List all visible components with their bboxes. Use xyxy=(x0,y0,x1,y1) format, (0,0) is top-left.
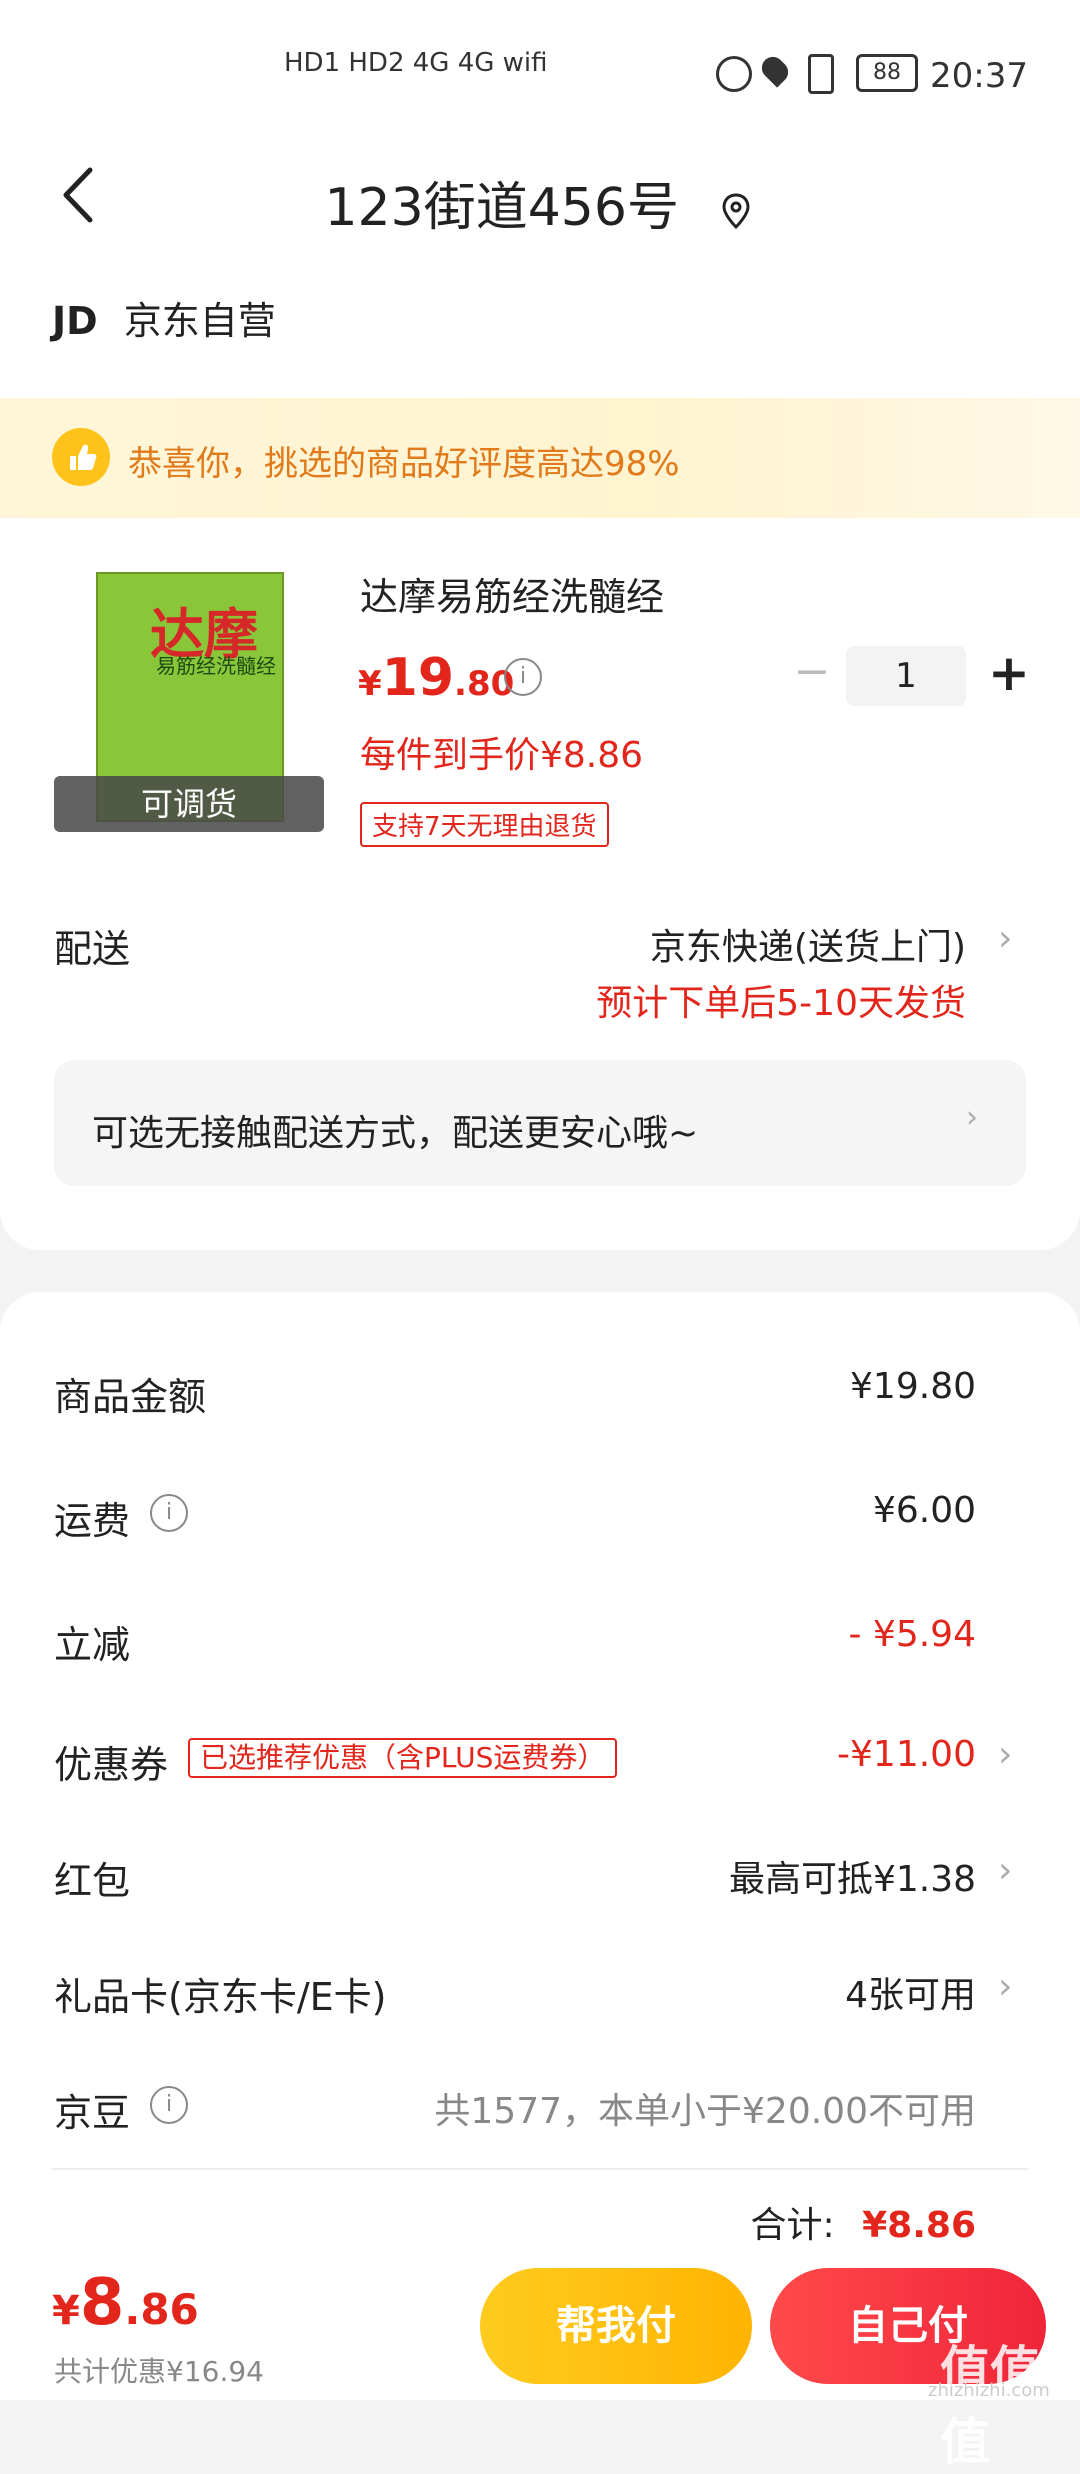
book-cover-subtitle: 易筋经洗髓经 xyxy=(156,654,276,678)
coupon-chevron-icon[interactable]: › xyxy=(998,1734,1012,1775)
unit-final-price: 每件到手价¥8.86 xyxy=(360,735,644,776)
delivery-chevron-icon[interactable]: › xyxy=(998,918,1012,959)
freight-info-icon[interactable]: i xyxy=(150,1494,188,1532)
watermark: 值值值 xyxy=(940,2341,1040,2471)
alarm-icon xyxy=(716,56,752,92)
contactless-delivery-text: 可选无接触配送方式，配送更安心哦~ xyxy=(92,1113,699,1154)
watermark-subtext: zhizhizhi.com xyxy=(928,2380,1050,2401)
goods-amount-value: ¥19.80 xyxy=(850,1366,976,1407)
summary-divider xyxy=(52,2168,1028,2170)
gift-card-label: 礼品卡(京东卡/E卡) xyxy=(54,1975,387,2019)
address-text: 123街道456号 xyxy=(324,178,679,238)
address-title[interactable]: 123街道456号 xyxy=(0,165,1080,240)
gift-card-value[interactable]: 4张可用 xyxy=(640,1966,976,2018)
freight-label: 运费 xyxy=(54,1499,131,1543)
jingdou-value: 共1577，本单小于¥20.00不可用 xyxy=(434,2091,976,2132)
coupon-label: 优惠券 xyxy=(54,1743,169,1787)
quantity-input[interactable]: 1 xyxy=(846,646,966,706)
contactless-chevron-icon[interactable]: › xyxy=(966,1100,978,1135)
goods-amount-label: 商品金额 xyxy=(54,1375,207,1419)
total-row: 合计: ¥8.86 xyxy=(640,2196,976,2248)
return-policy-tag: 支持7天无理由退货 xyxy=(360,802,609,847)
price-currency: ¥ xyxy=(358,664,382,704)
price-info-icon[interactable]: i xyxy=(504,658,542,696)
total-label: 合计: xyxy=(750,2205,835,2246)
shop-name: 京东自营 xyxy=(123,299,276,343)
stock-tag: 可调货 xyxy=(54,776,324,832)
coupon-value[interactable]: -¥11.00 xyxy=(640,1734,976,1775)
delivery-label: 配送 xyxy=(54,927,131,971)
jingdou-info-icon[interactable]: i xyxy=(150,2086,188,2124)
shop-name-row: JD 京东自营 xyxy=(52,290,276,345)
total-value: ¥8.86 xyxy=(862,2205,976,2246)
red-packet-value[interactable]: 最高可抵¥1.38 xyxy=(560,1850,976,1902)
bottom-amount-decimal: .86 xyxy=(124,2285,199,2334)
rating-banner-text: 恭喜你，挑选的商品好评度高达98% xyxy=(128,444,680,484)
location-pin-icon xyxy=(722,193,750,230)
bottom-amount-integer: 8 xyxy=(79,2266,125,2340)
quantity-increase-button[interactable]: + xyxy=(984,648,1034,698)
bottom-total-amount: ¥8.86 xyxy=(52,2266,199,2340)
quantity-decrease-button[interactable]: − xyxy=(792,650,832,694)
help-me-pay-button[interactable]: 帮我付 xyxy=(480,2268,752,2384)
delivery-eta: 预计下单后5-10天发货 xyxy=(596,983,966,1024)
product-price: ¥19.80 xyxy=(358,648,514,708)
red-packet-chevron-icon[interactable]: › xyxy=(998,1850,1012,1891)
red-packet-label: 红包 xyxy=(54,1859,131,1903)
price-integer: 19 xyxy=(381,648,455,708)
thumbs-up-icon xyxy=(52,428,110,486)
clock: 20:37 xyxy=(930,56,1028,96)
battery-icon: 88 xyxy=(856,54,918,92)
jd-logo: JD xyxy=(52,299,98,343)
gift-card-chevron-icon[interactable]: › xyxy=(998,1966,1012,2007)
product-name[interactable]: 达摩易筋经洗髓经 xyxy=(360,566,664,621)
delivery-method[interactable]: 京东快递(送货上门) xyxy=(520,918,966,970)
network-status-icons: HD1 HD2 4G 4G wifi xyxy=(284,48,548,78)
bottom-currency: ¥ xyxy=(52,2288,80,2334)
coupon-tag[interactable]: 已选推荐优惠（含PLUS运费券） xyxy=(188,1738,618,1778)
instant-discount-value: - ¥5.94 xyxy=(848,1614,977,1655)
instant-discount-label: 立减 xyxy=(54,1623,131,1667)
jingdou-label: 京豆 xyxy=(54,2091,131,2135)
vibrate-icon xyxy=(808,54,834,94)
total-saved-text: 共计优惠¥16.94 xyxy=(54,2355,264,2388)
freight-value: ¥6.00 xyxy=(872,1490,976,1531)
